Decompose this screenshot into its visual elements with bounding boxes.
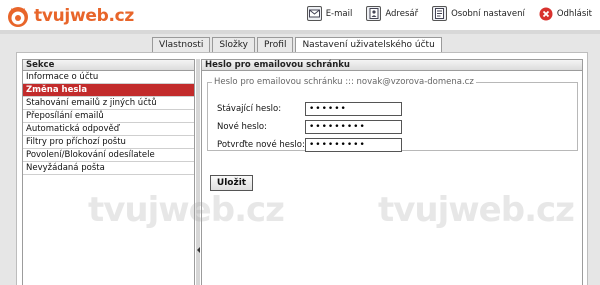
logout-link[interactable]: Odhlásit: [539, 7, 592, 21]
sidebar-item-account-info[interactable]: Informace o účtu: [23, 71, 194, 84]
email-link[interactable]: E-mail: [306, 6, 353, 21]
address-book-link[interactable]: Adresář: [366, 6, 418, 21]
tab-folders[interactable]: Složky: [212, 37, 255, 52]
current-password-label: Stávající heslo:: [217, 104, 282, 114]
settings-page-icon: [432, 6, 448, 21]
sidebar-item-filters[interactable]: Filtry pro příchozí poštu: [23, 136, 194, 149]
save-button[interactable]: Uložit: [210, 175, 253, 191]
sidebar-item-password-change[interactable]: Změna hesla: [23, 84, 194, 97]
logo-text: tvujweb.cz: [34, 6, 134, 26]
current-password-row: Stávající heslo:: [217, 102, 577, 116]
current-password-field[interactable]: [305, 102, 402, 116]
new-password-field[interactable]: [305, 120, 402, 134]
email-link-label: E-mail: [325, 8, 353, 19]
sidebar-title: Sekce: [23, 60, 194, 71]
collapse-arrow-icon[interactable]: [197, 247, 200, 253]
sidebar-item-spam[interactable]: Nevyžádaná pošta: [23, 162, 194, 175]
confirm-password-field[interactable]: [305, 138, 402, 152]
content-title: Heslo pro emailovou schránku: [202, 60, 582, 71]
confirm-password-label: Potvrďte nové heslo:: [217, 140, 305, 150]
tab-account-settings[interactable]: Nastavení uživatelského účtu: [295, 37, 442, 53]
logout-link-label: Odhlásit: [556, 8, 592, 19]
personal-settings-link-label: Osobní nastavení: [451, 8, 525, 19]
new-password-row: Nové heslo:: [217, 120, 577, 134]
main-panel: Sekce Informace o účtu Změna hesla Staho…: [16, 52, 588, 285]
new-password-label: Nové heslo:: [217, 122, 267, 132]
password-fieldset: Heslo pro emailovou schránku ::: novak@v…: [207, 77, 578, 152]
address-book-link-label: Adresář: [385, 8, 419, 19]
sidebar-item-sender-allow-block[interactable]: Povolení/Blokování odesílatele: [23, 149, 194, 162]
envelope-icon: [306, 6, 322, 21]
app-header: tvujweb.cz E-mail Adresář Osobní nastave…: [0, 0, 600, 34]
top-links: E-mail Adresář Osobní nastavení Odhlásit: [293, 6, 592, 21]
password-fieldset-legend: Heslo pro emailovou schránku ::: novak@v…: [214, 77, 474, 87]
tab-bar: Vlastnosti Složky Profil Nastavení uživa…: [152, 37, 444, 53]
logout-icon: [539, 7, 553, 21]
logo[interactable]: tvujweb.cz: [6, 3, 134, 29]
watermark-text: tvujweb.cz: [88, 190, 285, 230]
logo-icon: [6, 4, 30, 28]
sidebar-item-fetch-mail[interactable]: Stahování emailů z jiných účtů: [23, 97, 194, 110]
watermark-text: tvujweb.cz: [378, 190, 575, 230]
confirm-password-row: Potvrďte nové heslo:: [217, 138, 577, 152]
personal-settings-link[interactable]: Osobní nastavení: [432, 6, 525, 21]
sidebar-item-forwarding[interactable]: Přeposílání emailů: [23, 110, 194, 123]
sidebar-item-auto-reply[interactable]: Automatická odpověď: [23, 123, 194, 136]
sidebar: Sekce Informace o účtu Změna hesla Staho…: [22, 59, 195, 285]
tab-profile[interactable]: Profil: [257, 37, 294, 52]
content-panel: Heslo pro emailovou schránku Heslo pro e…: [201, 59, 583, 285]
address-book-icon: [366, 6, 382, 21]
tab-properties[interactable]: Vlastnosti: [152, 37, 211, 52]
